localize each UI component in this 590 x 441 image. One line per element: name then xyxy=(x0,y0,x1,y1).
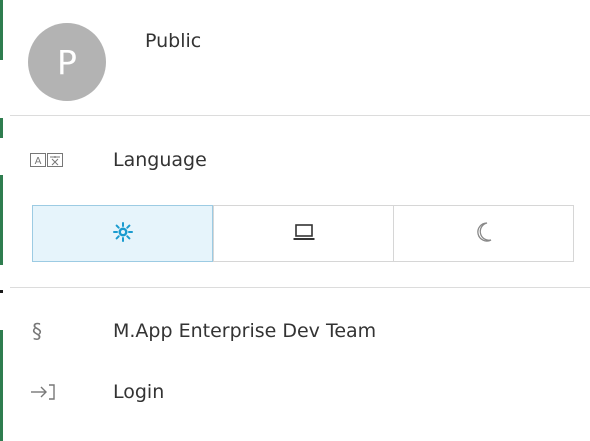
theme-light-button[interactable] xyxy=(32,205,213,262)
edge-segment xyxy=(0,175,3,265)
user-menu: P Public A Language § M.App Enterprise D… xyxy=(10,0,590,441)
divider xyxy=(10,115,590,116)
section-sign-icon: § xyxy=(32,319,42,343)
translate-icon: A xyxy=(30,145,80,175)
sun-icon xyxy=(112,221,133,246)
team-menu-item[interactable]: § M.App Enterprise Dev Team xyxy=(10,307,590,355)
theme-dark-button[interactable] xyxy=(393,206,573,261)
theme-system-button[interactable] xyxy=(213,206,393,261)
edge-segment xyxy=(0,118,3,138)
left-edge xyxy=(0,0,3,441)
login-icon xyxy=(30,377,80,407)
edge-dot xyxy=(0,290,3,293)
moon-icon xyxy=(475,221,493,247)
language-menu-item[interactable]: A Language xyxy=(10,136,590,184)
divider xyxy=(10,287,590,288)
user-name: Public xyxy=(145,30,202,52)
edge-segment xyxy=(0,0,3,60)
language-label: Language xyxy=(113,149,207,171)
team-label: M.App Enterprise Dev Team xyxy=(113,320,377,342)
svg-text:A: A xyxy=(35,156,42,167)
avatar: P xyxy=(28,23,106,101)
login-label: Login xyxy=(113,381,165,403)
edge-segment xyxy=(0,330,3,441)
avatar-letter: P xyxy=(57,42,77,82)
login-menu-item[interactable]: Login xyxy=(10,368,590,416)
user-header: P Public xyxy=(10,0,590,115)
laptop-icon xyxy=(293,223,315,245)
theme-switcher xyxy=(32,205,574,262)
